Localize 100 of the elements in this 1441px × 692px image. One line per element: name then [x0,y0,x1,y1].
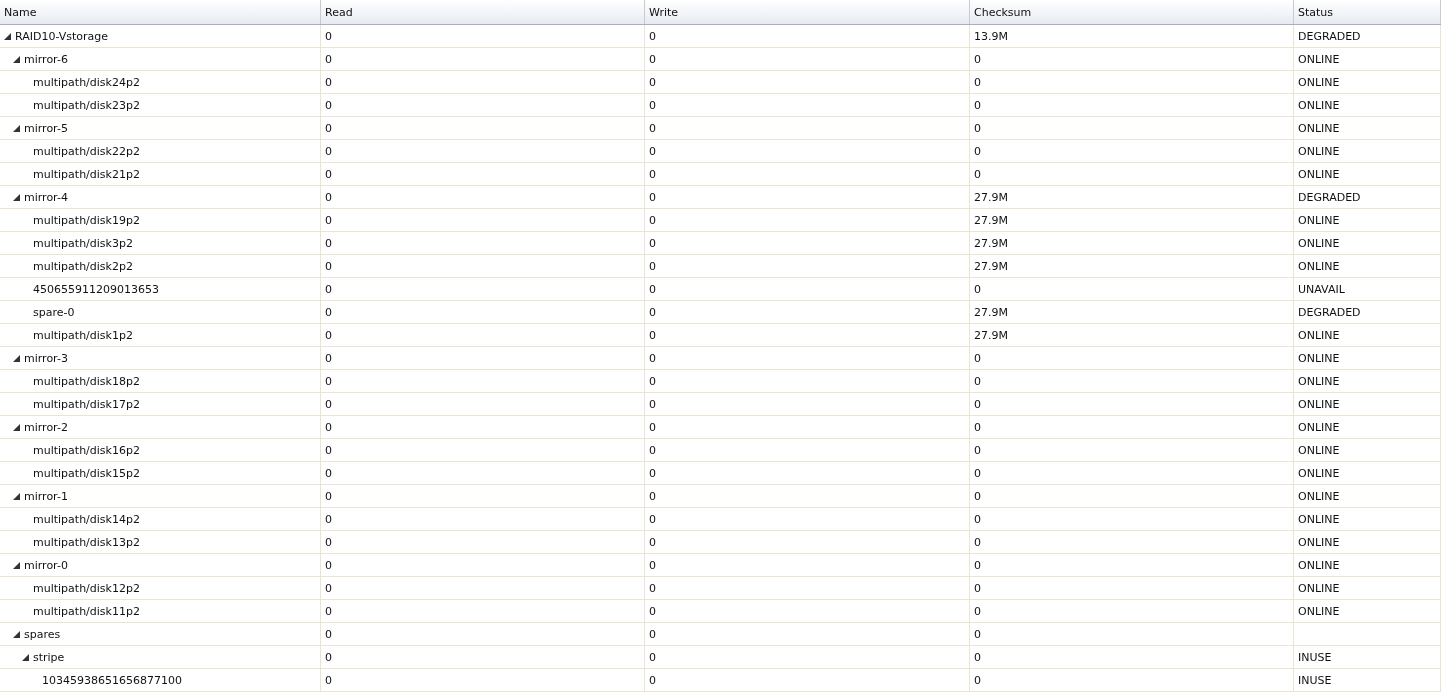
read-cell: 0 [321,324,645,347]
expanded-triangle-icon[interactable] [13,55,20,63]
read-cell: 0 [321,439,645,462]
node-name: multipath/disk1p2 [33,328,133,342]
column-header[interactable]: Write [645,0,970,24]
write-cell: 0 [645,393,970,416]
checksum-cell: 0 [970,163,1294,186]
checksum-cell: 0 [970,140,1294,163]
read-cell: 0 [321,669,645,692]
checksum-cell: 27.9M [970,186,1294,209]
checksum-cell: 0 [970,48,1294,71]
write-cell: 0 [645,623,970,646]
checksum-cell: 0 [970,278,1294,301]
checksum-cell: 27.9M [970,209,1294,232]
checksum-cell: 13.9M [970,25,1294,48]
node-name: mirror-4 [24,190,68,204]
node-name: mirror-2 [24,420,68,434]
expanded-triangle-icon[interactable] [13,630,20,638]
expanded-triangle-icon[interactable] [22,653,29,661]
write-cell: 0 [645,48,970,71]
status-cell: ONLINE [1294,554,1441,577]
write-cell: 0 [645,255,970,278]
node-name: mirror-3 [24,351,68,365]
read-cell: 0 [321,232,645,255]
node-name: multipath/disk19p2 [33,213,140,227]
status-cell: ONLINE [1294,117,1441,140]
expanded-triangle-icon[interactable] [13,423,20,431]
status-cell: INUSE [1294,646,1441,669]
status-cell: DEGRADED [1294,301,1441,324]
column-header[interactable]: Name [0,0,321,24]
node-name: 450655911209013653 [33,282,159,296]
status-cell: ONLINE [1294,370,1441,393]
write-cell: 0 [645,554,970,577]
status-cell: ONLINE [1294,347,1441,370]
read-cell: 0 [321,301,645,324]
read-cell: 0 [321,646,645,669]
column-header[interactable]: Checksum [970,0,1294,24]
status-cell: ONLINE [1294,209,1441,232]
node-name: multipath/disk14p2 [33,512,140,526]
write-cell: 0 [645,71,970,94]
node-name: multipath/disk23p2 [33,98,140,112]
status-cell: ONLINE [1294,163,1441,186]
write-cell: 0 [645,485,970,508]
checksum-cell: 0 [970,531,1294,554]
column-header[interactable]: Status [1294,0,1441,24]
node-name: multipath/disk21p2 [33,167,140,181]
checksum-cell: 0 [970,669,1294,692]
status-cell: ONLINE [1294,531,1441,554]
status-cell: ONLINE [1294,416,1441,439]
node-name: multipath/disk22p2 [33,144,140,158]
write-cell: 0 [645,646,970,669]
checksum-cell: 0 [970,117,1294,140]
write-cell: 0 [645,278,970,301]
write-cell: 0 [645,209,970,232]
read-cell: 0 [321,531,645,554]
status-cell: ONLINE [1294,393,1441,416]
expanded-triangle-icon[interactable] [13,561,20,569]
read-cell: 0 [321,186,645,209]
checksum-cell: 0 [970,600,1294,623]
checksum-cell: 0 [970,554,1294,577]
expanded-triangle-icon[interactable] [13,193,20,201]
read-cell: 0 [321,577,645,600]
status-cell: ONLINE [1294,600,1441,623]
checksum-cell: 0 [970,623,1294,646]
status-cell: ONLINE [1294,140,1441,163]
write-cell: 0 [645,577,970,600]
status-cell: UNAVAIL [1294,278,1441,301]
status-cell: ONLINE [1294,94,1441,117]
read-cell: 0 [321,416,645,439]
status-cell: INUSE [1294,669,1441,692]
write-cell: 0 [645,324,970,347]
write-cell: 0 [645,531,970,554]
expanded-triangle-icon[interactable] [13,354,20,362]
read-cell: 0 [321,163,645,186]
status-cell: ONLINE [1294,71,1441,94]
checksum-cell: 27.9M [970,232,1294,255]
status-cell: ONLINE [1294,324,1441,347]
checksum-cell: 0 [970,485,1294,508]
read-cell: 0 [321,71,645,94]
expanded-triangle-icon[interactable] [13,492,20,500]
read-cell: 0 [321,255,645,278]
checksum-cell: 27.9M [970,324,1294,347]
write-cell: 0 [645,669,970,692]
node-name: mirror-0 [24,558,68,572]
checksum-cell: 0 [970,347,1294,370]
node-name: spares [24,627,61,641]
checksum-cell: 0 [970,508,1294,531]
status-cell: ONLINE [1294,508,1441,531]
write-cell: 0 [645,117,970,140]
write-cell: 0 [645,232,970,255]
node-name: mirror-1 [24,489,68,503]
read-cell: 0 [321,25,645,48]
node-name: multipath/disk3p2 [33,236,133,250]
read-cell: 0 [321,393,645,416]
expanded-triangle-icon[interactable] [4,32,11,40]
expanded-triangle-icon[interactable] [13,124,20,132]
write-cell: 0 [645,94,970,117]
column-header[interactable]: Read [321,0,645,24]
read-cell: 0 [321,462,645,485]
write-cell: 0 [645,439,970,462]
